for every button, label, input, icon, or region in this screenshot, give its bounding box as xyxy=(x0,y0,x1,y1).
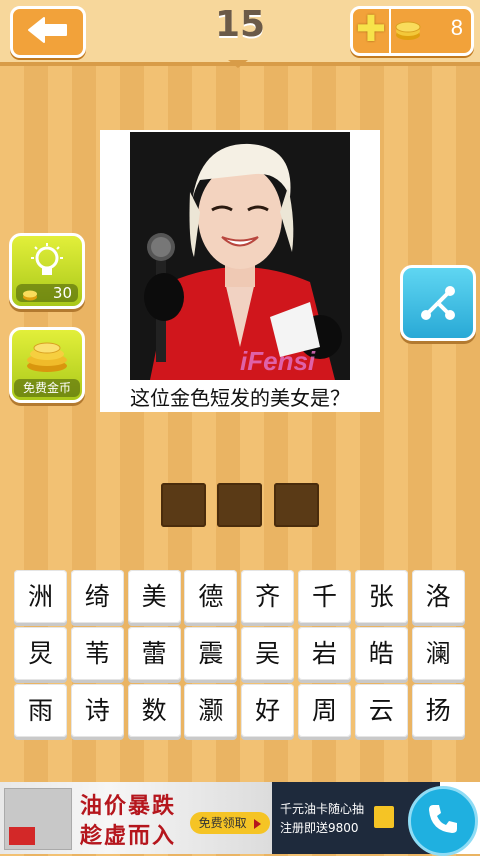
character-key[interactable]: 苇 xyxy=(70,627,124,680)
puzzle-photo: iFensi xyxy=(130,132,350,380)
character-key[interactable]: 数 xyxy=(127,684,181,737)
ad-product-image xyxy=(4,788,72,850)
phone-call-button[interactable] xyxy=(408,786,478,856)
character-key[interactable]: 洛 xyxy=(411,570,465,623)
answer-slot-3[interactable] xyxy=(274,483,319,527)
character-key[interactable]: 绮 xyxy=(70,570,124,623)
top-bar-notch xyxy=(228,60,248,68)
free-coins-button[interactable]: 免费金币 xyxy=(9,327,85,403)
character-key[interactable]: 岩 xyxy=(298,627,351,680)
image-watermark: iFensi xyxy=(240,346,316,376)
ad-cta-button[interactable]: 免费领取 xyxy=(190,812,270,834)
character-key[interactable]: 好 xyxy=(241,684,295,737)
coin-pile-icon xyxy=(25,340,69,378)
character-key[interactable]: 云 xyxy=(354,684,408,737)
character-key[interactable]: 德 xyxy=(184,570,238,623)
answer-slot-2[interactable] xyxy=(217,483,262,527)
coin-stack-icon xyxy=(395,21,421,45)
lightbulb-icon xyxy=(28,242,66,286)
free-coins-label: 免费金币 xyxy=(14,379,80,397)
level-number: 15 xyxy=(214,4,266,45)
back-button[interactable] xyxy=(10,6,86,58)
play-icon xyxy=(254,818,262,829)
ad-left-panel[interactable]: 油价暴跌 趁虚而入 免费领取 xyxy=(0,782,272,854)
coin-separator xyxy=(389,9,391,53)
character-key[interactable]: 吴 xyxy=(241,627,295,680)
character-key[interactable]: 灏 xyxy=(184,684,238,737)
hint-button[interactable]: 30 xyxy=(9,233,85,309)
coin-icon xyxy=(22,287,38,305)
answer-slot-1[interactable] xyxy=(161,483,206,527)
character-key[interactable]: 张 xyxy=(354,570,408,623)
coin-counter[interactable]: ✚ 8 xyxy=(350,6,474,56)
character-key[interactable]: 皓 xyxy=(354,627,408,680)
ad-headline-2: 趁虚而入 xyxy=(80,824,177,849)
character-key[interactable]: 美 xyxy=(127,570,181,623)
share-icon xyxy=(416,281,460,329)
character-key[interactable]: 洲 xyxy=(14,570,67,623)
add-coins-icon[interactable]: ✚ xyxy=(355,11,387,49)
ad-right-line-1: 千元油卡随心抽 xyxy=(280,802,365,816)
phone-icon xyxy=(425,801,461,841)
character-key[interactable]: 齐 xyxy=(241,570,295,623)
back-arrow-icon xyxy=(26,15,70,49)
ad-right-line-2: 注册即送9800 xyxy=(280,821,359,835)
hint-cost: 30 xyxy=(16,284,78,302)
ad-headline-1: 油价暴跌 xyxy=(80,794,177,819)
character-key[interactable]: 炅 xyxy=(14,627,67,680)
character-key[interactable]: 澜 xyxy=(411,627,465,680)
hint-cost-value: 30 xyxy=(52,284,72,302)
character-key[interactable]: 震 xyxy=(184,627,238,680)
character-key[interactable]: 雨 xyxy=(14,684,67,737)
coin-count: 8 xyxy=(450,15,463,40)
share-button[interactable] xyxy=(400,265,476,341)
character-key[interactable]: 千 xyxy=(298,570,351,623)
question-text: 这位金色短发的美女是？ xyxy=(130,386,350,410)
character-key[interactable]: 蕾 xyxy=(127,627,181,680)
character-key[interactable]: 扬 xyxy=(411,684,465,737)
ad-cta-label: 免费领取 xyxy=(198,816,247,830)
question-card: iFensi 这位金色短发的美女是？ xyxy=(100,130,380,412)
character-key[interactable]: 周 xyxy=(298,684,351,737)
character-key[interactable]: 诗 xyxy=(70,684,124,737)
fuel-card-icon xyxy=(374,806,394,828)
